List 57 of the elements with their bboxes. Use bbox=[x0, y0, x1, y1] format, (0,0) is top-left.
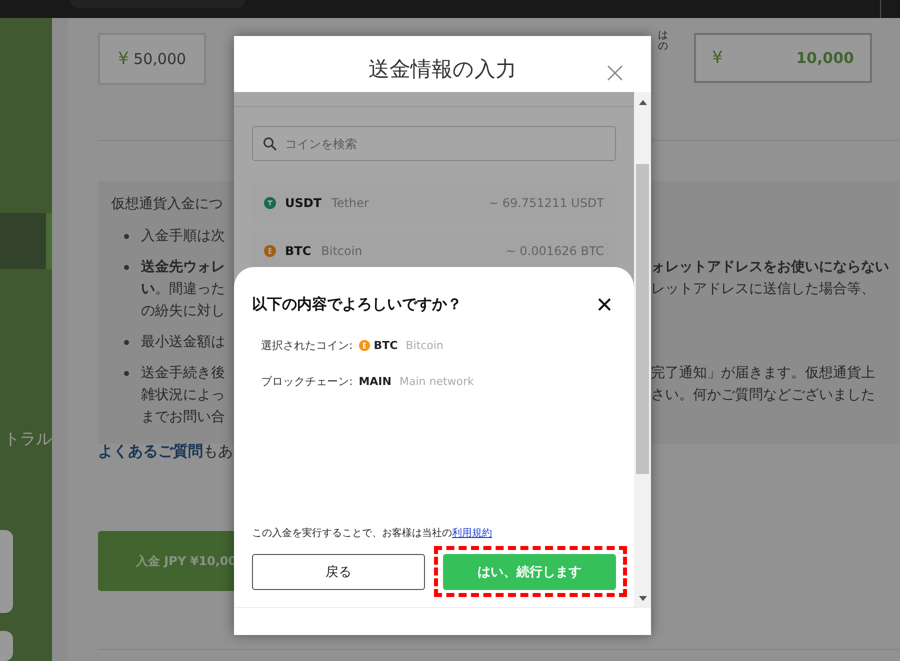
search-icon bbox=[263, 137, 277, 151]
info-text: ォレットアドレスをお使いにならない bbox=[651, 258, 889, 276]
scrollbar-thumb[interactable] bbox=[636, 164, 649, 474]
field-detail: Main network bbox=[399, 374, 474, 388]
info-text: い。間違った bbox=[141, 280, 226, 298]
bullet-icon bbox=[124, 264, 129, 270]
search-field[interactable]: コインを検索 bbox=[252, 126, 616, 161]
scroll-up-icon bbox=[638, 100, 646, 105]
field-value: BTC bbox=[374, 338, 398, 352]
coin-name: Bitcoin bbox=[321, 244, 362, 258]
custom-amount-label: は の bbox=[658, 30, 668, 52]
currency-symbol: ¥ bbox=[712, 48, 723, 68]
info-text: 最小送金額は bbox=[141, 333, 226, 351]
close-icon bbox=[607, 65, 623, 81]
terms-link[interactable]: 利用規約 bbox=[452, 528, 492, 539]
info-text: 雑状況によっ bbox=[141, 386, 226, 404]
amount-input-field[interactable]: ¥ 10,000 bbox=[694, 33, 872, 83]
sheet-title: 以下の内容でよろしいですか？ bbox=[252, 294, 462, 314]
field-label: ブロックチェーン: bbox=[261, 374, 353, 388]
field-label: 選択されたコイン: bbox=[261, 338, 353, 352]
coin-name: Tether bbox=[332, 196, 369, 210]
coin-icon bbox=[358, 340, 370, 350]
faq-text: もあ bbox=[203, 442, 233, 460]
info-text: 完了通知」が届きます。仮想通貨上 bbox=[651, 364, 875, 382]
coin-estimate: ~ 0.001626 BTC bbox=[506, 244, 604, 258]
continue-button[interactable]: はい、続行します bbox=[443, 554, 616, 590]
field-detail: Bitcoin bbox=[406, 338, 444, 352]
faq-link[interactable]: よくあるご質問 bbox=[98, 442, 203, 460]
coin-icon bbox=[264, 245, 276, 257]
info-title: 仮想通貨入金につ bbox=[111, 195, 223, 214]
field-value: MAIN bbox=[358, 374, 392, 388]
bullet-icon bbox=[124, 340, 129, 344]
info-text: さい。何かご質問などございました bbox=[651, 386, 875, 404]
info-text: 入金手順は次 bbox=[141, 227, 226, 245]
back-button[interactable]: 戻る bbox=[252, 554, 425, 590]
coin-estimate: ~ 69.751211 USDT bbox=[488, 196, 604, 210]
scrollbar[interactable] bbox=[634, 92, 651, 607]
sidebar-item[interactable] bbox=[0, 213, 52, 270]
info-text: 送金手続き後 bbox=[141, 364, 226, 382]
coin-icon bbox=[264, 197, 276, 209]
sidebar-card[interactable] bbox=[0, 631, 13, 661]
info-text: 送金先ウォレ bbox=[141, 258, 226, 276]
bullet-icon bbox=[124, 370, 129, 376]
info-text: の紛失に対し bbox=[141, 302, 226, 320]
bullet-icon bbox=[124, 234, 129, 238]
scroll-down-icon bbox=[638, 596, 646, 601]
info-text: レットアドレスに送信した場合等、 bbox=[651, 280, 875, 298]
sidebar-card[interactable] bbox=[0, 530, 13, 614]
amount-value: 10,000 bbox=[796, 49, 854, 67]
close-button[interactable] bbox=[598, 298, 611, 310]
coin-symbol: BTC bbox=[285, 244, 312, 258]
coin-symbol: USDT bbox=[285, 196, 322, 210]
info-text: までお問い合 bbox=[141, 408, 226, 426]
modal-title: 送金情報の入力 bbox=[368, 56, 516, 83]
amount-option[interactable]: ¥ 50,000 bbox=[98, 33, 206, 85]
close-icon bbox=[598, 298, 611, 310]
sidebar-item[interactable]: トラル bbox=[0, 429, 52, 450]
